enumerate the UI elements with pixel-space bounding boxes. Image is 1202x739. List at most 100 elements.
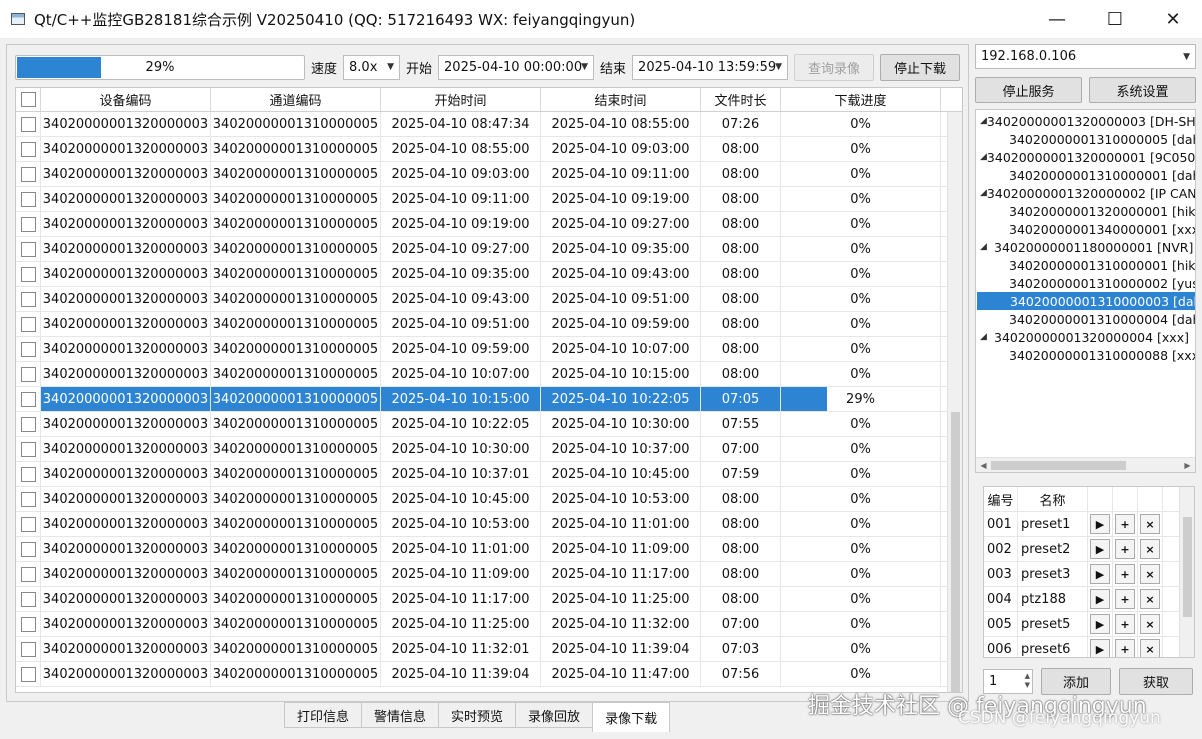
row-checkbox[interactable] (20, 591, 36, 607)
row-checkbox[interactable] (20, 291, 36, 307)
header-download-progress[interactable]: 下载进度 (781, 88, 941, 111)
tree-device-node[interactable]: ◢ 34020000001320000003 [DH-SH (976, 112, 1195, 130)
query-recording-button[interactable]: 查询录像 (794, 53, 875, 81)
row-checkbox[interactable] (20, 416, 36, 432)
end-datetime-edit[interactable]: 2025-04-10 13:59:59 ▼ (632, 54, 789, 80)
header-device-code[interactable]: 设备编码 (41, 88, 211, 111)
tree-device-node[interactable]: ◢ 34020000001320000002 [IP CAN (976, 184, 1195, 202)
table-row[interactable]: 34020000001320000003 34020000001310000005… (16, 362, 962, 387)
stop-service-button[interactable]: 停止服务 (975, 77, 1082, 103)
preset-row[interactable]: 006 preset6 ▶ + × (984, 637, 1194, 657)
minimize-button[interactable]: — (1028, 0, 1086, 38)
maximize-button[interactable]: ☐ (1086, 0, 1144, 38)
tree-scroll-thumb[interactable] (991, 461, 1126, 470)
table-row[interactable]: 34020000001320000003 34020000001310000005… (16, 437, 962, 462)
expand-arrow-icon[interactable]: ◢ (980, 332, 994, 342)
table-row[interactable]: 34020000001320000003 34020000001310000005… (16, 462, 962, 487)
preset-header-name[interactable]: 名称 (1018, 487, 1088, 511)
row-checkbox[interactable] (20, 666, 36, 682)
row-checkbox[interactable] (20, 241, 36, 257)
table-row[interactable]: 34020000001320000003 34020000001310000005… (16, 237, 962, 262)
play-icon[interactable]: ▶ (1090, 589, 1110, 609)
row-checkbox[interactable] (20, 491, 36, 507)
plus-icon[interactable]: + (1115, 589, 1135, 609)
table-row[interactable]: 34020000001320000003 34020000001310000005… (16, 587, 962, 612)
play-icon[interactable]: ▶ (1090, 639, 1110, 657)
stop-download-button[interactable]: 停止下载 (880, 53, 961, 81)
preset-header-id[interactable]: 编号 (984, 487, 1018, 511)
table-row[interactable]: 34020000001320000003 34020000001310000005… (16, 337, 962, 362)
tab-2[interactable]: 警情信息 (361, 702, 440, 728)
header-duration[interactable]: 文件时长 (701, 88, 781, 111)
header-end-time[interactable]: 结束时间 (541, 88, 701, 111)
row-checkbox[interactable] (20, 366, 36, 382)
preset-row[interactable]: 002 preset2 ▶ + × (984, 537, 1194, 562)
tree-channel-node[interactable]: 34020000001310000004 [dah (976, 310, 1195, 328)
preset-vertical-scrollbar[interactable] (1179, 487, 1194, 657)
tree-channel-node[interactable]: 34020000001310000001 [hika (976, 256, 1195, 274)
tree-channel-node[interactable]: 34020000001340000001 [xxx] (976, 220, 1195, 238)
tree-channel-node[interactable]: 34020000001310000001 [dah (976, 166, 1195, 184)
plus-icon[interactable]: + (1115, 539, 1135, 559)
row-checkbox[interactable] (20, 116, 36, 132)
row-checkbox[interactable] (20, 516, 36, 532)
plus-icon[interactable]: + (1115, 639, 1135, 657)
header-channel-code[interactable]: 通道编码 (211, 88, 381, 111)
expand-arrow-icon[interactable]: ◢ (980, 242, 994, 252)
row-checkbox[interactable] (20, 441, 36, 457)
table-row[interactable]: 34020000001320000003 34020000001310000005… (16, 262, 962, 287)
tab-3[interactable]: 实时预览 (438, 702, 517, 728)
table-row[interactable]: 34020000001320000003 34020000001310000005… (16, 637, 962, 662)
row-checkbox[interactable] (20, 641, 36, 657)
tab-5[interactable]: 录像下载 (592, 702, 671, 732)
delete-icon[interactable]: × (1140, 539, 1160, 559)
row-checkbox[interactable]: ✓ (20, 391, 36, 407)
table-row[interactable]: 34020000001320000003 34020000001310000005… (16, 187, 962, 212)
select-all-checkbox[interactable] (20, 92, 36, 107)
tree-channel-node[interactable]: 34020000001310000002 [yush (976, 274, 1195, 292)
tree-horizontal-scrollbar[interactable]: ◀ ▶ (976, 457, 1195, 472)
tree-channel-node[interactable]: 34020000001310000005 [dah (976, 130, 1195, 148)
row-checkbox[interactable] (20, 566, 36, 582)
table-row[interactable]: 34020000001320000003 34020000001310000005… (16, 662, 962, 687)
plus-icon[interactable]: + (1115, 514, 1135, 534)
plus-icon[interactable]: + (1115, 564, 1135, 584)
preset-row[interactable]: 005 preset5 ▶ + × (984, 612, 1194, 637)
close-button[interactable]: ✕ (1144, 0, 1202, 38)
speed-select[interactable]: 8.0x ▼ (343, 54, 401, 80)
system-settings-button[interactable]: 系统设置 (1089, 77, 1196, 103)
preset-row[interactable]: 001 preset1 ▶ + × (984, 512, 1194, 537)
row-checkbox[interactable] (20, 266, 36, 282)
table-row[interactable]: 34020000001320000003 34020000001310000005… (16, 487, 962, 512)
row-checkbox[interactable] (20, 191, 36, 207)
header-start-time[interactable]: 开始时间 (381, 88, 541, 111)
table-row[interactable]: 34020000001320000003 34020000001310000005… (16, 612, 962, 637)
table-row[interactable]: 34020000001320000003 34020000001310000005… (16, 537, 962, 562)
expand-arrow-icon[interactable]: ◢ (980, 116, 987, 126)
table-row[interactable]: 34020000001320000003 34020000001310000005… (16, 412, 962, 437)
tree-channel-node[interactable]: 34020000001310000003 [dah (977, 292, 1195, 310)
row-checkbox[interactable] (20, 616, 36, 632)
table-scroll-thumb[interactable] (951, 412, 960, 692)
row-checkbox[interactable] (20, 341, 36, 357)
play-icon[interactable]: ▶ (1090, 614, 1110, 634)
tab-4[interactable]: 录像回放 (515, 702, 594, 728)
start-datetime-edit[interactable]: 2025-04-10 00:00:00 ▼ (438, 54, 595, 80)
tree-device-node[interactable]: ◢ 34020000001320000004 [xxx] (976, 328, 1195, 346)
table-row[interactable]: 34020000001320000003 34020000001310000005… (16, 212, 962, 237)
preset-row[interactable]: 003 preset3 ▶ + × (984, 562, 1194, 587)
table-row[interactable]: 34020000001320000003 34020000001310000005… (16, 312, 962, 337)
table-row[interactable]: 34020000001320000003 34020000001310000005… (16, 112, 962, 137)
row-checkbox[interactable] (20, 316, 36, 332)
preset-row[interactable]: 004 ptz188 ▶ + × (984, 587, 1194, 612)
expand-arrow-icon[interactable]: ◢ (980, 152, 987, 162)
expand-arrow-icon[interactable]: ◢ (980, 188, 987, 198)
table-vertical-scrollbar[interactable] (947, 112, 962, 692)
tab-1[interactable]: 打印信息 (284, 702, 363, 728)
delete-icon[interactable]: × (1140, 614, 1160, 634)
scroll-left-icon[interactable]: ◀ (976, 461, 991, 470)
play-icon[interactable]: ▶ (1090, 564, 1110, 584)
row-checkbox[interactable] (20, 216, 36, 232)
play-icon[interactable]: ▶ (1090, 539, 1110, 559)
table-row[interactable]: 34020000001320000003 34020000001310000005… (16, 562, 962, 587)
